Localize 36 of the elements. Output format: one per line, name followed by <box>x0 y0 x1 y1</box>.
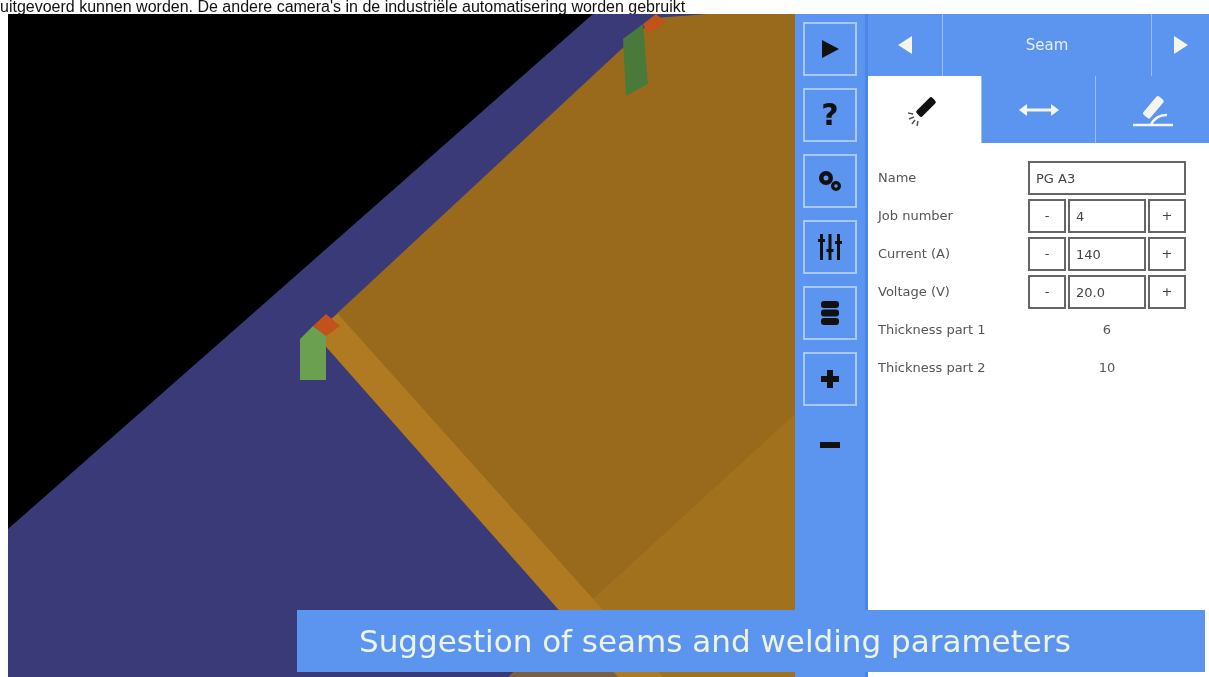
decrement-button[interactable]: - <box>1028 275 1066 309</box>
field-label: Voltage (V) <box>877 283 951 302</box>
value-field[interactable]: 20.0 <box>1068 275 1146 309</box>
field-value: 10 <box>1097 359 1117 378</box>
database-icon <box>820 300 840 326</box>
gears-icon <box>817 169 843 193</box>
field-label: Thickness part 2 <box>877 359 987 378</box>
field-label: Name <box>877 169 918 188</box>
caption-text: uitgevoerd kunnen worden. De andere camera's in de industriële automatisering worden gebruikt <box>0 0 687 14</box>
play-button[interactable] <box>803 22 857 76</box>
name-field[interactable]: PG A3 <box>1028 161 1186 195</box>
caption-banner: Suggestion of seams and welding parameters <box>297 610 1205 672</box>
double-arrow-icon <box>1018 102 1059 117</box>
sliders-icon <box>817 233 843 261</box>
value-field[interactable]: 4 <box>1068 199 1146 233</box>
increment-button[interactable]: + <box>1148 237 1186 271</box>
help-button[interactable]: ? <box>803 88 857 142</box>
value-field[interactable]: 140 <box>1068 237 1146 271</box>
field-label: Job number <box>876 207 954 226</box>
left-arrow-icon <box>897 35 913 55</box>
increment-button[interactable]: + <box>1148 275 1186 309</box>
decrement-button[interactable]: - <box>1028 199 1066 233</box>
panel-title: Seam <box>1025 34 1069 56</box>
plus-icon <box>820 369 840 389</box>
add-button[interactable] <box>803 352 857 406</box>
settings-button[interactable] <box>803 154 857 208</box>
play-icon <box>819 38 841 60</box>
increment-button[interactable]: + <box>1148 199 1186 233</box>
right-arrow-icon <box>1172 35 1189 55</box>
decrement-button[interactable]: - <box>1028 237 1066 271</box>
field-value: 6 <box>1101 321 1113 340</box>
field-label: Current (A) <box>877 245 951 264</box>
sliders-button[interactable] <box>803 220 857 274</box>
database-button[interactable] <box>803 286 857 340</box>
minus-icon <box>820 442 840 448</box>
field-label: Thickness part 1 <box>877 321 987 340</box>
